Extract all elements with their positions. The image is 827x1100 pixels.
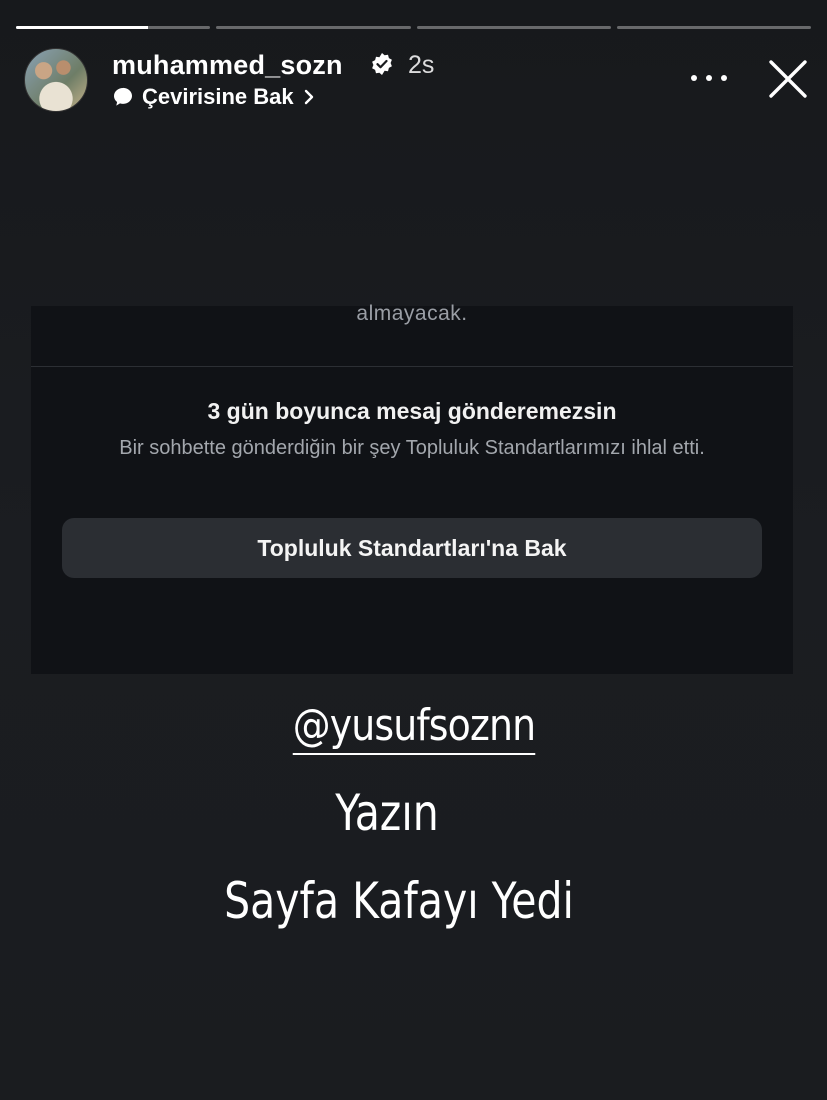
caption-line-2: Sayfa Kafayı Yedi (224, 872, 574, 930)
chevron-right-icon (304, 89, 313, 105)
progress-segment (16, 26, 211, 29)
avatar[interactable] (24, 48, 88, 112)
story-progress-bar (16, 26, 811, 29)
translate-label: Çevirisine Bak (142, 84, 294, 109)
progress-segment (216, 26, 411, 29)
translate-bubble-icon (114, 87, 132, 106)
story-header: muhammed_sozn 2s Çevirisine Bak (24, 46, 809, 112)
restriction-description: Bir sohbette gönderdiğin bir şey Toplulu… (119, 437, 705, 459)
translate-link[interactable]: Çevirisine Bak (112, 84, 316, 110)
progress-segment (416, 26, 611, 29)
verified-badge-icon (372, 53, 392, 75)
more-icon[interactable] (691, 66, 727, 90)
close-icon[interactable] (767, 58, 809, 100)
progress-segment (616, 26, 811, 29)
username[interactable]: muhammed_sozn (112, 50, 343, 81)
cut-off-text: almayacak. (356, 302, 468, 325)
community-standards-button: Topluluk Standartları'na Bak (62, 518, 762, 578)
shared-screenshot: almayacak. 3 gün boyunca mesaj göndereme… (31, 302, 793, 674)
caption-line-1: Yazın (335, 784, 439, 842)
mention-sticker-wrapper: @yusufsoznn (0, 700, 827, 755)
divider (31, 366, 793, 367)
mention-sticker[interactable]: @yusufsoznn (292, 700, 536, 755)
timestamp: 2s (408, 51, 435, 79)
restriction-title: 3 gün boyunca mesaj gönderemezsin (207, 398, 617, 424)
